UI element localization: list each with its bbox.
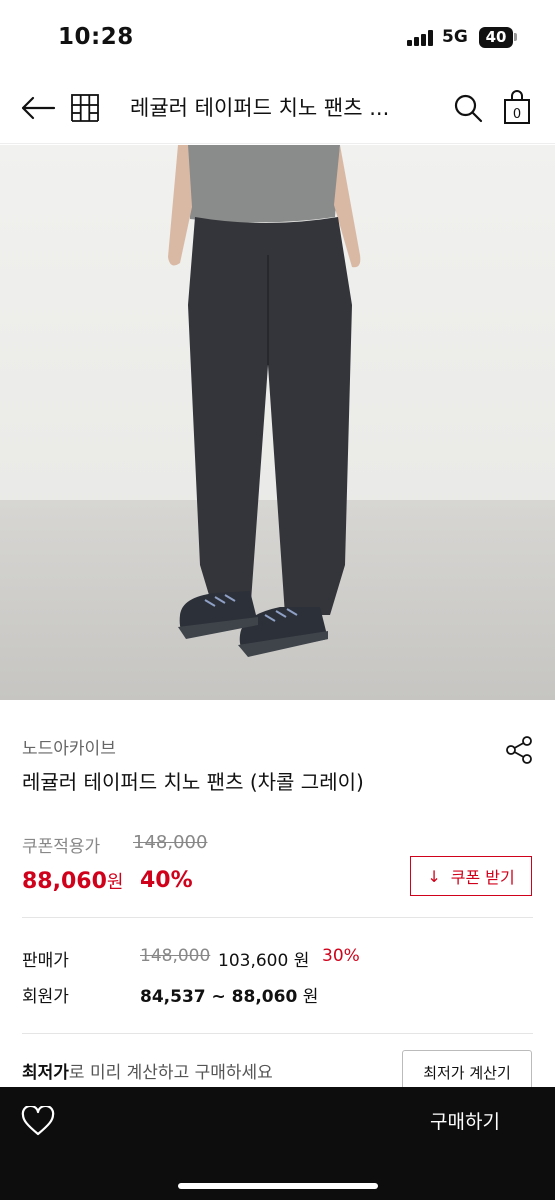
- product-name: 레귤러 테이퍼드 치노 팬츠 (차콜 그레이): [22, 770, 364, 794]
- download-icon: ↓: [427, 866, 441, 886]
- divider: [22, 1033, 533, 1034]
- member-price: 84,537 ~ 88,060 원: [140, 987, 319, 1007]
- member-price-label: 회원가: [22, 987, 69, 1007]
- search-icon[interactable]: [448, 88, 488, 128]
- store-icon[interactable]: [66, 88, 104, 128]
- coupon-price: 88,060원: [22, 869, 124, 894]
- heart-icon[interactable]: [18, 1101, 58, 1141]
- header: 레귤러 테이퍼드 치노 팬츠 ... 0: [0, 72, 555, 144]
- coupon-discount-rate: 40%: [140, 868, 193, 893]
- sale-discount-rate: 30%: [322, 946, 360, 966]
- home-indicator: [178, 1183, 378, 1189]
- page-title: 레귤러 테이퍼드 치노 팬츠 ...: [130, 96, 390, 120]
- back-arrow-icon[interactable]: [18, 88, 58, 128]
- brand-name[interactable]: 노드아카이브: [22, 734, 116, 759]
- status-time: 10:28: [58, 24, 134, 50]
- divider: [22, 917, 533, 918]
- buy-button[interactable]: 구매하기: [430, 1107, 500, 1134]
- sale-price-label: 판매가: [22, 951, 69, 971]
- status-bar: 10:28 5G 40: [0, 0, 555, 72]
- battery-tip: [514, 33, 517, 41]
- coupon-price-label: 쿠폰적용가: [22, 837, 101, 857]
- signal-icon: [407, 30, 435, 46]
- share-icon[interactable]: [500, 731, 538, 769]
- sale-price: 103,600 원: [218, 951, 310, 971]
- get-coupon-button[interactable]: ↓ 쿠폰 받기: [410, 856, 532, 896]
- cart-icon[interactable]: 0: [498, 86, 536, 128]
- lowest-price-text: 최저가로 미리 계산하고 구매하세요: [22, 1063, 273, 1083]
- coupon-original-price: 148,000: [133, 832, 208, 853]
- network-label: 5G: [442, 27, 468, 47]
- sale-original-price: 148,000: [140, 946, 211, 966]
- cart-count: 0: [513, 107, 521, 122]
- battery-icon: 40: [479, 27, 513, 48]
- product-image[interactable]: [0, 145, 555, 700]
- get-coupon-label: 쿠폰 받기: [450, 868, 515, 887]
